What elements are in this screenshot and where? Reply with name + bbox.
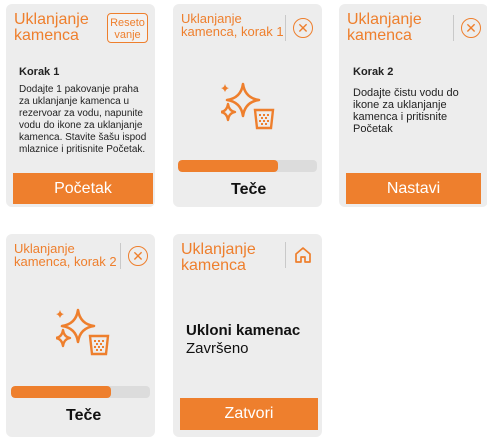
- descale-card-done: Uklanjanje kamenca Ukloni kamenac Završe…: [173, 234, 322, 437]
- step-instructions: Dodajte čistu vodu do ikone za uklanjanj…: [353, 87, 459, 135]
- descale-card-start: Uklanjanje kamenca Reseto vanje Korak 1 …: [6, 4, 155, 207]
- descale-card-step1-running: Uklanjanje kamenca, korak 1 ✕ Teče: [173, 4, 322, 207]
- completion-heading: Ukloni kamenac: [186, 322, 301, 339]
- progress-fill: [11, 386, 112, 398]
- start-button[interactable]: Početak: [13, 173, 153, 204]
- progress-bar: [11, 386, 150, 398]
- close-icon[interactable]: ✕: [128, 246, 148, 266]
- descale-sparkle-icon: [56, 308, 110, 356]
- step-title: Korak 2: [353, 66, 394, 78]
- status-text: Teče: [66, 407, 102, 424]
- completion-status: Završeno: [186, 340, 249, 357]
- home-icon[interactable]: [294, 246, 312, 264]
- card-title: Uklanjanje kamenca: [181, 241, 256, 274]
- close-icon[interactable]: ✕: [293, 18, 313, 38]
- step-title: Korak 1: [19, 66, 60, 78]
- continue-button[interactable]: Nastavi: [346, 173, 481, 204]
- close-button[interactable]: Zatvori: [180, 398, 318, 430]
- descale-card-step2-running: Uklanjanje kamenca, korak 2 ✕ Teče: [6, 234, 155, 437]
- descale-card-step2: Uklanjanje kamenca ✕ Korak 2 Dodajte čis…: [339, 4, 487, 207]
- descale-sparkle-icon: [221, 82, 275, 130]
- card-title: Uklanjanje kamenca: [347, 11, 422, 44]
- card-title: Uklanjanje kamenca, korak 2: [14, 241, 117, 269]
- card-title: Uklanjanje kamenca, korak 1: [181, 11, 284, 39]
- header-divider: [453, 15, 454, 41]
- progress-fill: [178, 160, 279, 172]
- header-divider: [285, 242, 286, 268]
- status-text: Teče: [231, 181, 267, 198]
- header-divider: [285, 15, 286, 41]
- close-icon[interactable]: ✕: [461, 18, 481, 38]
- progress-bar: [178, 160, 317, 172]
- step-instructions: Dodajte 1 pakovanje praha za uklanjanje …: [19, 84, 147, 155]
- header-divider: [120, 243, 121, 269]
- card-title: Uklanjanje kamenca: [14, 11, 89, 44]
- reset-button[interactable]: Reseto vanje: [107, 13, 148, 43]
